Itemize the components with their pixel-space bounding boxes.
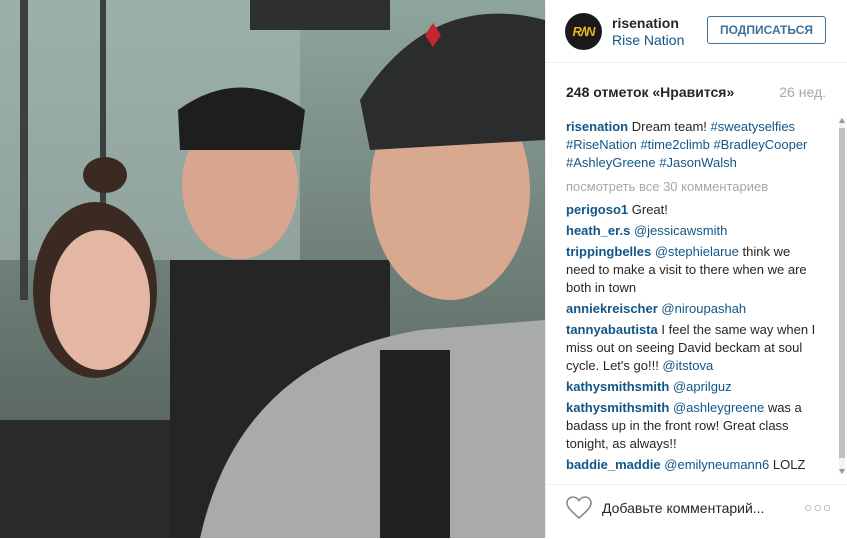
caption: risenation Dream team! #sweatyselfies #R… (566, 118, 821, 172)
caption-text: Dream team! (631, 119, 707, 134)
mention-link[interactable]: @emilyneumann6 (664, 457, 769, 472)
mention-link[interactable]: @niroupashah (661, 301, 746, 316)
post-photo[interactable] (0, 0, 545, 538)
hashtag[interactable]: #BradleyCooper (713, 137, 807, 152)
selfie-image (0, 0, 545, 538)
comment-text: LOLZ (769, 457, 806, 472)
mention-link[interactable]: @stephielarue (655, 244, 739, 259)
hashtag[interactable]: #RiseNation (566, 137, 637, 152)
comment-user[interactable]: trippingbelles (566, 244, 651, 259)
instagram-post: R/\N risenation Rise Nation ПОДПИСАТЬСЯ … (0, 0, 847, 538)
comment-item: tannyabautista I feel the same way when … (566, 321, 821, 375)
username-link[interactable]: risenation (612, 15, 679, 31)
post-footer: Добавьте комментарий... ○○○ (546, 484, 847, 539)
comment-user[interactable]: perigoso1 (566, 202, 628, 217)
comment-item: baddie_maddie @emilyneumann6 LOLZ (566, 456, 821, 474)
hashtag[interactable]: #AshleyGreene (566, 155, 656, 170)
comment-item: kathysmithsmith @aprilguz (566, 378, 821, 396)
comments-scrollbar[interactable] (839, 118, 845, 474)
post-header: R/\N risenation Rise Nation ПОДПИСАТЬСЯ (546, 0, 847, 63)
comment-user[interactable]: kathysmithsmith (566, 400, 669, 415)
comment-user[interactable]: baddie_maddie (566, 457, 661, 472)
more-options-icon[interactable]: ○○○ (804, 499, 832, 515)
scroll-down-icon[interactable] (839, 469, 845, 474)
comment-user[interactable]: anniekreischer (566, 301, 658, 316)
scroll-up-icon[interactable] (839, 118, 845, 123)
likes-row: 248 отметок «Нравится» 26 нед. (566, 84, 828, 100)
mention-link[interactable]: @aprilguz (673, 379, 732, 394)
comment-user[interactable]: tannyabautista (566, 322, 658, 337)
comments-list[interactable]: risenation Dream team! #sweatyselfies #R… (566, 118, 821, 474)
heart-icon[interactable] (566, 496, 592, 520)
hashtag[interactable]: #sweatyselfies (711, 119, 796, 134)
avatar[interactable]: R/\N (565, 13, 602, 50)
hashtag[interactable]: #time2climb (640, 137, 709, 152)
follow-button[interactable]: ПОДПИСАТЬСЯ (707, 16, 826, 44)
hashtag[interactable]: #JasonWalsh (659, 155, 737, 170)
likes-count[interactable]: 248 отметок «Нравится» (566, 84, 734, 100)
comment-item: kathysmithsmith @ashleygreene was a bada… (566, 399, 821, 453)
post-sidebar: R/\N risenation Rise Nation ПОДПИСАТЬСЯ … (545, 0, 847, 538)
comment-text: Great! (631, 202, 668, 217)
caption-user[interactable]: risenation (566, 119, 628, 134)
comment-user[interactable]: heath_er.s (566, 223, 630, 238)
post-time[interactable]: 26 нед. (779, 84, 826, 100)
mention-link[interactable]: @ashleygreene (673, 400, 764, 415)
view-all-comments-link[interactable]: посмотреть все 30 комментариев (566, 178, 821, 196)
scrollbar-thumb[interactable] (839, 128, 845, 458)
comment-item: trippingbelles @stephielarue think we ne… (566, 243, 821, 297)
comment-item: anniekreischer @niroupashah (566, 300, 821, 318)
comment-item: perigoso1 Great! (566, 201, 821, 219)
fullname-link[interactable]: Rise Nation (612, 32, 684, 48)
mention-link[interactable]: @jessicawsmith (634, 223, 727, 238)
comment-item: heath_er.s @jessicawsmith (566, 222, 821, 240)
mention-link[interactable]: @itstova (662, 358, 713, 373)
comment-user[interactable]: kathysmithsmith (566, 379, 669, 394)
add-comment-input[interactable]: Добавьте комментарий... (602, 500, 764, 516)
